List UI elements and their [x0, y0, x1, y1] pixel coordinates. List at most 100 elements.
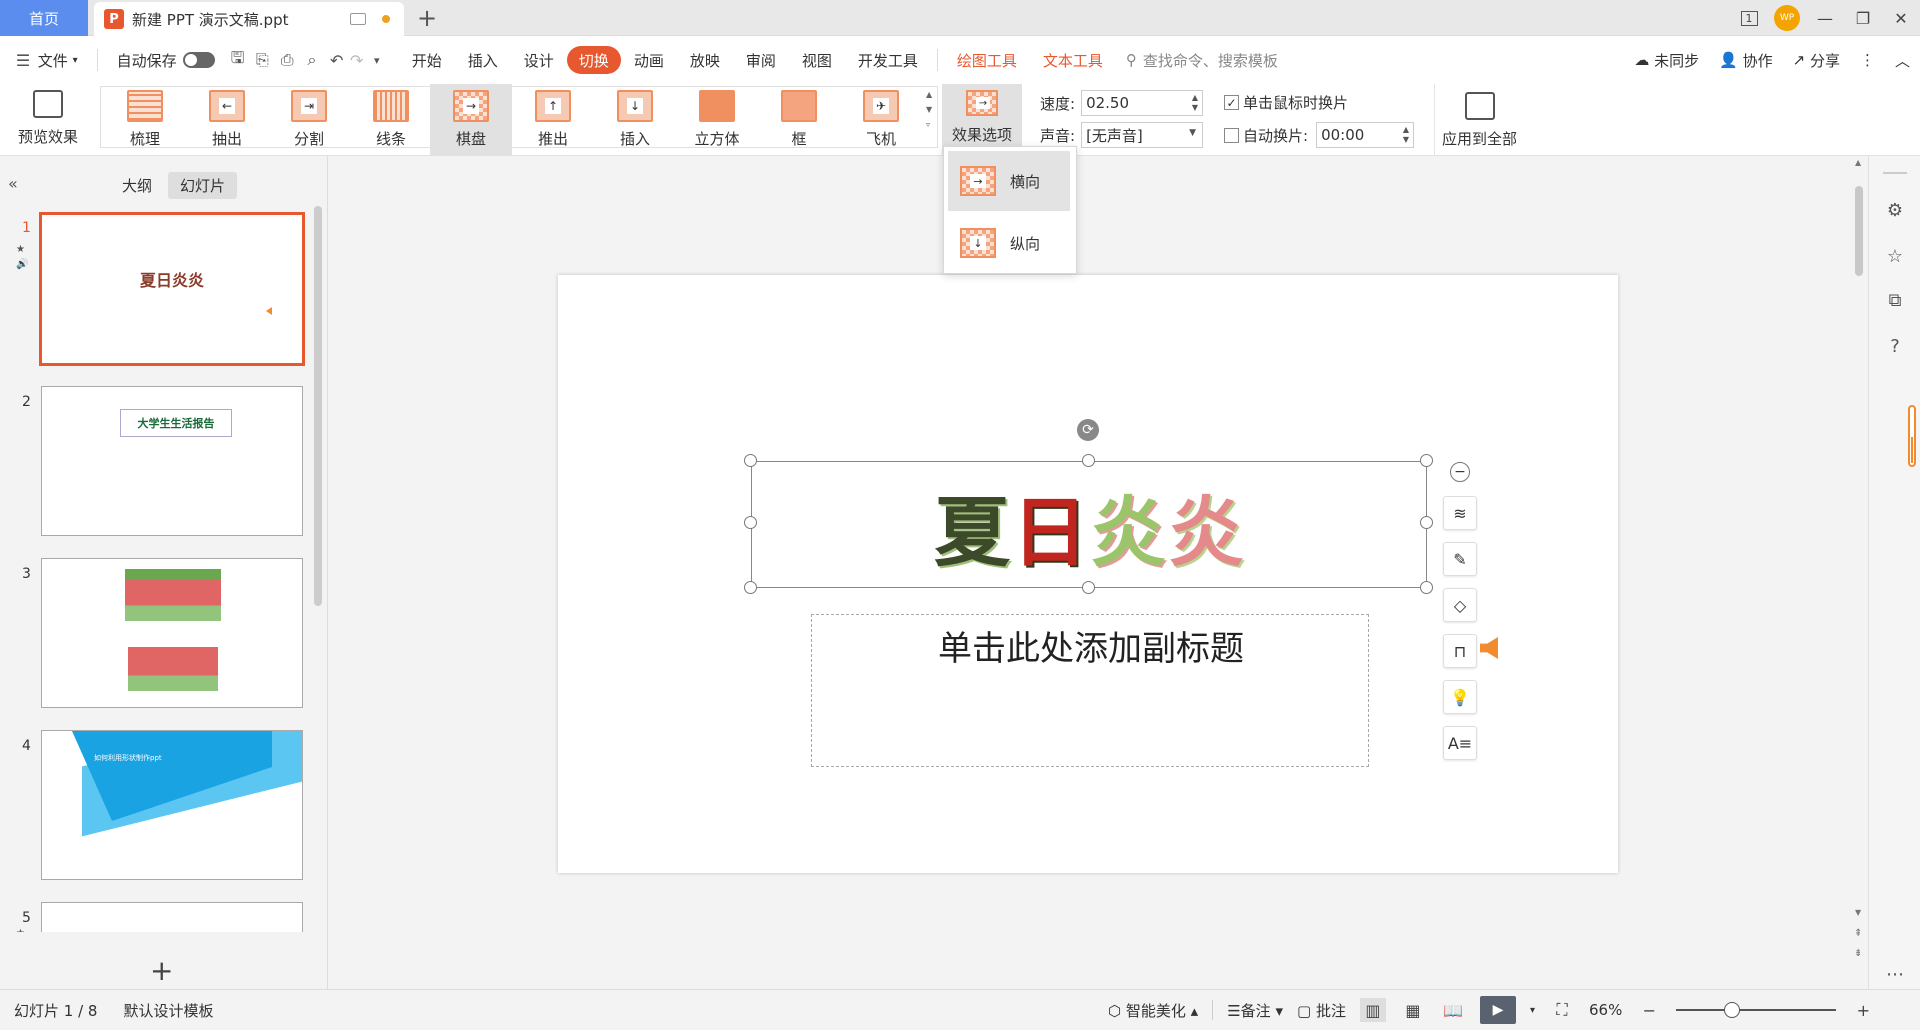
fit-window-icon[interactable]: ⛶ [1549, 998, 1575, 1022]
settings-sliders-icon[interactable]: ⚙ [1883, 198, 1907, 222]
expand-gallery-icon[interactable]: ▿ [926, 120, 932, 129]
outline-icon[interactable]: ⊓ [1443, 634, 1477, 668]
side-slider[interactable] [1908, 405, 1916, 467]
resize-handle[interactable] [1082, 581, 1095, 594]
menu-insert[interactable]: 插入 [455, 46, 511, 74]
close-button[interactable]: ✕ [1882, 0, 1920, 36]
sync-button[interactable]: ☁ 未同步 [1624, 46, 1709, 74]
reading-view-icon[interactable]: 📖 [1440, 998, 1466, 1022]
template-name[interactable]: 默认设计模板 [123, 1000, 213, 1021]
maximize-button[interactable]: ❐ [1844, 0, 1882, 36]
menu-view[interactable]: 视图 [789, 46, 845, 74]
prev-slide-icon[interactable]: ⇞ [1854, 928, 1862, 939]
next-slide-icon[interactable]: ⇟ [1854, 948, 1862, 959]
transition-box[interactable]: 框 [764, 84, 834, 156]
transition-checkerboard[interactable]: → 棋盘 [430, 84, 512, 156]
option-vertical[interactable]: ↓ 纵向 [948, 213, 1070, 273]
scroll-up-icon[interactable]: ▲ [1855, 158, 1861, 167]
minimize-button[interactable]: — [1806, 0, 1844, 36]
subtitle-placeholder[interactable]: 单击此处添加副标题 [811, 614, 1369, 767]
zoom-slider[interactable] [1676, 1002, 1837, 1018]
menu-design[interactable]: 设计 [511, 46, 567, 74]
resize-handle[interactable] [744, 516, 757, 529]
share-button[interactable]: ↗ 分享 [1783, 46, 1850, 74]
transition-panel-icon[interactable]: ⧉ [1883, 288, 1907, 312]
transition-insert[interactable]: ↓ 插入 [600, 84, 670, 156]
save-icon[interactable]: 🖫 [228, 48, 248, 70]
menu-drawing-tools[interactable]: 绘图工具 [944, 46, 1030, 74]
normal-view-icon[interactable]: ▥ [1359, 998, 1386, 1022]
auto-advance-input[interactable]: 00:00 ▲ ▼ [1316, 122, 1415, 148]
avatar[interactable]: WP [1768, 0, 1806, 36]
collapse-panel-icon[interactable]: « [8, 174, 18, 193]
menu-developer[interactable]: 开发工具 [845, 46, 931, 74]
scroll-down-icon[interactable]: ▼ [1855, 908, 1861, 917]
up-arrow-icon[interactable]: ▲ [926, 90, 932, 99]
menu-slideshow[interactable]: 放映 [677, 46, 733, 74]
new-tab-button[interactable]: + [414, 4, 440, 32]
panel-scrollbar[interactable] [314, 206, 322, 606]
resize-handle[interactable] [1420, 581, 1433, 594]
undo-icon[interactable]: ↶ [327, 50, 347, 70]
window-layout-icon[interactable]: 1 [1730, 0, 1768, 36]
menu-text-tools[interactable]: 文本工具 [1030, 46, 1116, 74]
subtitle-text[interactable]: 单击此处添加副标题 [812, 615, 1370, 670]
slide-title[interactable]: 夏 日 炎 炎 [752, 462, 1428, 589]
print-preview-icon[interactable]: ⌕ [302, 50, 322, 70]
fill-icon[interactable]: ◇ [1443, 588, 1477, 622]
slide-thumbnail[interactable]: 夏日炎炎 [39, 212, 305, 366]
rotate-handle-icon[interactable]: ⟳ [1077, 419, 1099, 441]
on-click-checkbox[interactable]: ✓ [1224, 95, 1239, 110]
resize-handle[interactable] [1420, 516, 1433, 529]
transition-airplane[interactable]: ✈ 飞机 [846, 84, 916, 156]
title-textbox[interactable]: 夏 日 炎 炎 [751, 461, 1427, 588]
transition-cube[interactable]: 立方体 [682, 84, 752, 156]
zoom-in-icon[interactable]: + [1850, 998, 1876, 1022]
play-options-icon[interactable]: ▾ [1530, 1005, 1535, 1016]
transition-lines[interactable]: 线条 [356, 84, 426, 156]
tab-slides[interactable]: 幻灯片 [168, 172, 238, 199]
redo-icon[interactable]: ↷ [347, 50, 367, 70]
resize-handle[interactable] [744, 454, 757, 467]
apply-to-all-button[interactable]: 应用到全部 [1434, 84, 1524, 156]
menu-animation[interactable]: 动画 [621, 46, 677, 74]
file-menu[interactable]: ☰ 文件 ▾ [0, 46, 91, 74]
text-effects-icon[interactable]: A≡ [1443, 726, 1477, 760]
transition-comb[interactable]: 梳理 [110, 84, 180, 156]
slide-thumbnail[interactable] [41, 558, 303, 708]
spinner-icon[interactable]: ▲ ▼ [1403, 125, 1409, 145]
tab-outline[interactable]: 大纲 [110, 172, 164, 199]
menu-review[interactable]: 审阅 [733, 46, 789, 74]
lightbulb-icon[interactable]: 💡 [1443, 680, 1477, 714]
monitor-icon[interactable] [350, 13, 366, 25]
slide-thumbnail[interactable]: 大学生生活报告 [41, 386, 303, 536]
pen-icon[interactable]: ✎ [1443, 542, 1477, 576]
tab-home[interactable]: 首页 [0, 0, 88, 36]
scrollbar-thumb[interactable] [1855, 186, 1863, 276]
sound-select[interactable]: [无声音] ▼ [1081, 122, 1204, 148]
slide-thumb-5[interactable]: 5 ★ [0, 902, 320, 932]
spinner-icon[interactable]: ▲ ▼ [1192, 93, 1198, 113]
transition-split[interactable]: ⇥ 分割 [274, 84, 344, 156]
export-pdf-icon[interactable]: ⎘ [252, 50, 272, 70]
menu-transition[interactable]: 切换 [566, 46, 621, 74]
option-horizontal[interactable]: → 横向 [948, 151, 1070, 211]
tab-document[interactable]: P 新建 PPT 演示文稿.ppt [94, 2, 404, 36]
zoom-level[interactable]: 66% [1589, 1001, 1622, 1019]
menu-start[interactable]: 开始 [399, 46, 455, 74]
more-options-icon[interactable]: ⋮ [1850, 46, 1885, 74]
transition-pushout[interactable]: ↑ 推出 [518, 84, 588, 156]
slide-thumbnail[interactable]: 如何利用形状制作ppt [41, 730, 303, 880]
smart-beautify-button[interactable]: ⬡ 智能美化 ▴ [1108, 1000, 1198, 1021]
collaborate-button[interactable]: 👤 协作 [1709, 46, 1782, 74]
comments-button[interactable]: ▢ 批注 [1297, 1000, 1346, 1021]
play-slideshow-button[interactable]: ▶ [1479, 996, 1516, 1024]
more-icon[interactable]: ⋯ [1883, 962, 1907, 986]
command-search[interactable]: ⚲ 查找命令、搜索模板 [1116, 50, 1288, 71]
zoom-out-icon[interactable]: − [1636, 998, 1662, 1022]
resize-handle[interactable] [1420, 454, 1433, 467]
speed-input[interactable]: 02.50 ▲ ▼ [1081, 90, 1204, 116]
toggle-switch[interactable] [182, 52, 215, 68]
collapse-toolbar-icon[interactable]: − [1450, 462, 1470, 482]
resize-handle[interactable] [1082, 454, 1095, 467]
